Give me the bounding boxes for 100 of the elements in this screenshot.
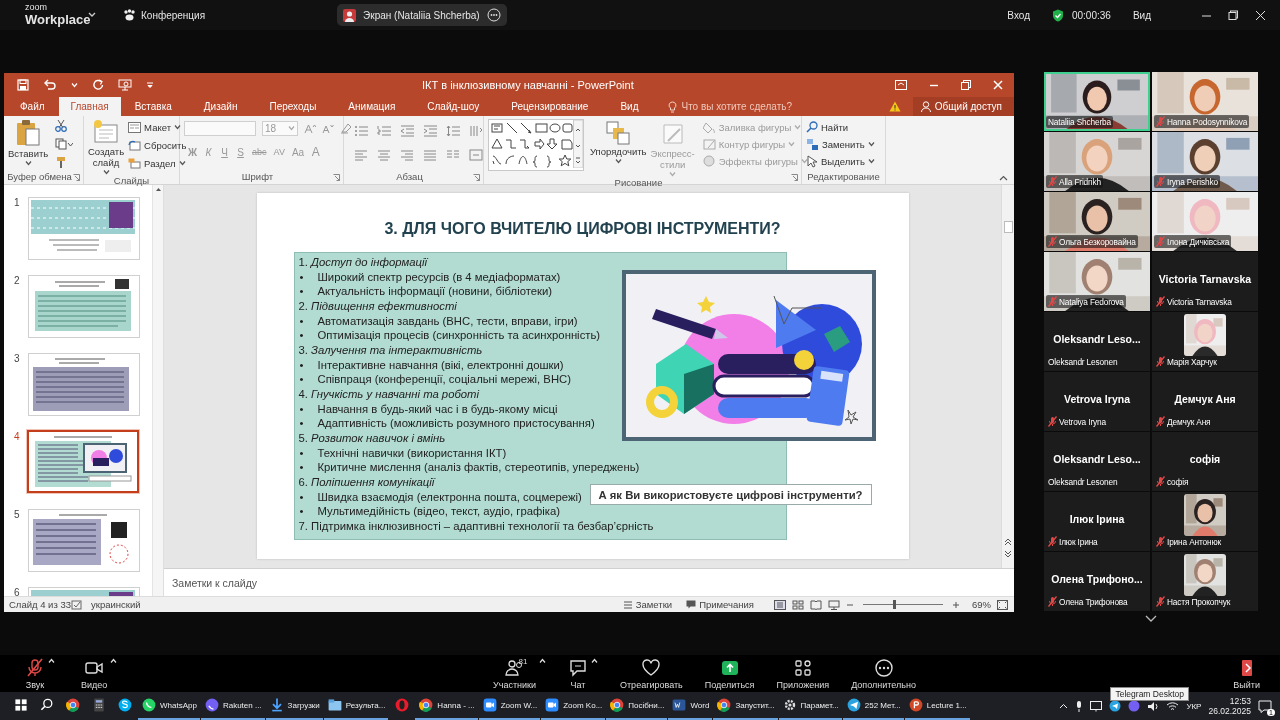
new-slide-button[interactable]: Создать слайд [88,119,125,175]
ribbon-tab[interactable]: Переходы [259,97,327,116]
notification-icon[interactable] [1258,699,1272,713]
shrink-font-icon[interactable] [322,122,334,134]
caret-up-icon[interactable] [591,657,598,664]
previous-slide-icon[interactable] [1004,538,1012,546]
taskbar-button[interactable]: 252 Мет... [842,692,904,720]
collapse-ribbon-icon[interactable] [999,175,1008,181]
ribbon-tab[interactable]: Дизайн [193,97,248,116]
chevron-down-icon[interactable] [1145,615,1157,622]
taskbar-button[interactable]: WhatsApp [138,692,200,720]
taskbar-button[interactable]: Загрузки [265,692,323,720]
chat-app-icon[interactable] [117,697,133,713]
maximize-icon[interactable] [1228,9,1239,21]
browser-icon[interactable] [65,697,81,713]
microphone-icon[interactable] [1075,700,1084,712]
share-control[interactable]: Поделиться [704,657,755,690]
caret-up-icon[interactable] [110,657,118,664]
ribbon-tab[interactable]: Слайд-шоу [417,97,490,116]
restore-icon[interactable] [961,80,971,90]
dialog-launcher-icon[interactable] [73,174,80,181]
input-language[interactable]: УКР [1186,701,1202,711]
more-icon[interactable] [486,8,501,22]
normal-view-icon[interactable] [774,599,786,610]
caret-icon[interactable] [867,158,875,164]
select-button[interactable]: Выделить [806,153,875,169]
layout-button[interactable]: Макет [128,119,187,135]
close-icon[interactable] [1255,9,1266,21]
ribbon-tab[interactable]: Рецензирование [501,97,599,116]
taskbar-button[interactable]: Hanna - ... [415,692,478,720]
taskbar-button[interactable]: Zoom Ko... [541,692,606,720]
calculator-icon[interactable] [91,697,107,713]
scroll-thumb[interactable] [1004,221,1013,233]
monitor-icon[interactable] [1090,700,1103,712]
taskbar-button[interactable]: Lecture 1... [904,692,970,720]
screen-share-indicator[interactable]: Экран (Nataliia Shcherba) [337,4,507,26]
chat-control[interactable]: Чат [568,657,588,690]
taskbar-button[interactable]: Запустит... [713,692,778,720]
view-button[interactable]: Вид [1132,9,1151,21]
taskbar-button[interactable]: Zoom W... [478,692,541,720]
ribbon-tab[interactable]: Файл [10,97,55,116]
save-icon[interactable] [17,79,29,91]
taskbar-button[interactable]: Парамет... [778,692,842,720]
taskbar-button[interactable]: Rakuten ... [200,692,265,720]
slideshow-icon[interactable] [828,599,840,610]
caret-up-icon[interactable] [539,657,546,664]
phone-chat-icon[interactable] [1128,700,1141,712]
chevron-up-icon[interactable] [1059,703,1069,709]
ribbon-tab[interactable]: Анимация [338,97,406,116]
slide-sorter-icon[interactable] [792,599,804,610]
line-spacing-icon[interactable] [446,125,460,137]
share-button[interactable]: Общий доступ [912,97,1014,116]
caret-icon[interactable] [178,160,186,166]
scrollbar[interactable] [1001,185,1014,568]
reset-button[interactable]: Сбросить [128,137,187,153]
clear-formatting-icon[interactable] [340,122,353,134]
ribbon-display-icon[interactable] [895,80,907,90]
undo-icon[interactable] [43,79,57,91]
taskbar-button[interactable]: Результа... [323,692,389,720]
windows-start-icon[interactable] [13,697,29,713]
caret-icon[interactable] [102,169,110,175]
participants-control[interactable]: Участники 81 [493,657,536,690]
find-button[interactable]: Найти [806,119,875,135]
copy-icon[interactable] [55,138,74,150]
caret-icon[interactable] [614,158,622,164]
section-button[interactable]: Раздел [128,155,187,171]
zoom-level[interactable]: 69% [972,599,991,610]
next-slide-icon[interactable] [1004,550,1012,558]
shape-gallery[interactable] [488,119,584,171]
replace-button[interactable]: Заменить [806,136,875,152]
language-label[interactable]: украинский [90,599,141,610]
dialog-launcher-icon[interactable] [333,174,340,181]
cut-icon[interactable] [55,119,68,132]
sign-in-link[interactable]: Вход [1007,9,1030,21]
reading-view-icon[interactable] [810,599,822,610]
caret-up-icon[interactable] [48,657,55,664]
paste-button[interactable]: Вставить [8,119,49,166]
more-control[interactable]: Дополнительно [851,657,916,690]
comments-button[interactable]: Примечания [686,597,754,612]
arrange-button[interactable]: Упорядочить [590,121,647,164]
wifi-icon[interactable] [1166,701,1180,711]
spellcheck-icon[interactable] [70,599,83,610]
caret-icon[interactable] [24,160,32,166]
caret-icon[interactable] [867,141,875,147]
dialog-launcher-icon[interactable] [473,174,480,181]
scroll-up-icon[interactable] [153,185,163,193]
leave-control[interactable]: Выйти [1233,657,1260,690]
font-name-field[interactable] [184,120,256,136]
redo-icon[interactable] [92,79,104,91]
slider-thumb[interactable] [893,600,897,609]
mic-control[interactable]: Звук [25,657,45,690]
scrollbar[interactable] [152,185,163,596]
video-control[interactable]: Видео [81,657,108,690]
presentation-icon[interactable] [118,79,132,91]
zoom-in-icon[interactable] [952,600,960,609]
speaker-icon[interactable] [1147,700,1160,712]
notes-placeholder[interactable]: Заметки к слайду [172,576,258,589]
slide-thumbnail[interactable] [27,430,139,493]
taskbar-button[interactable]: Word [668,692,713,720]
format-painter-icon[interactable] [55,156,68,169]
